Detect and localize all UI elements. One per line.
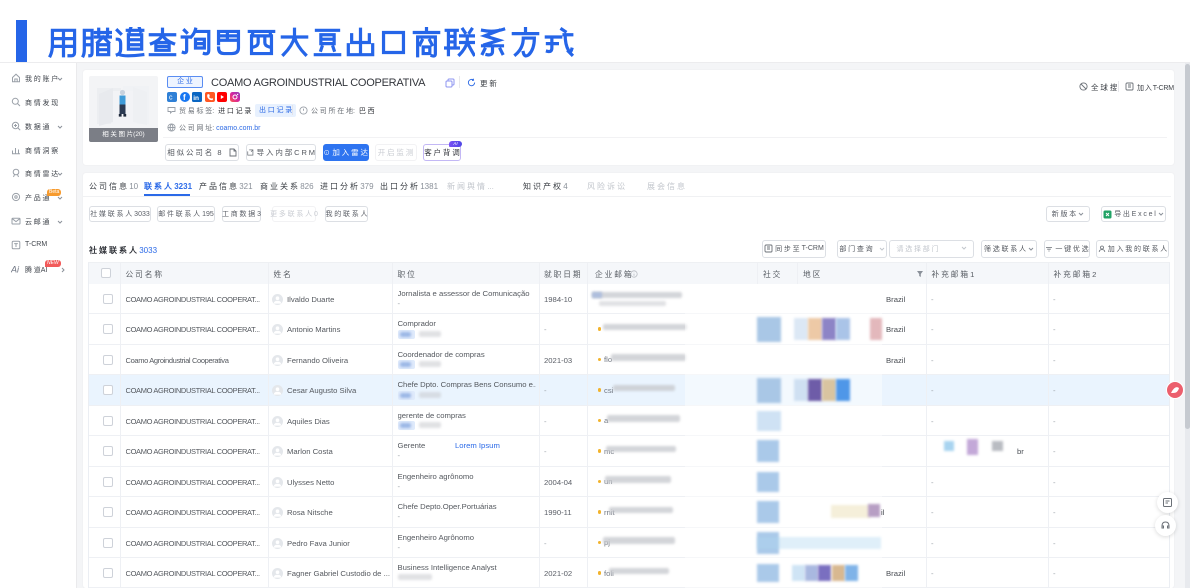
svg-text:Ai: Ai xyxy=(11,264,20,274)
svg-text:in: in xyxy=(193,95,199,102)
svg-text:f: f xyxy=(183,93,186,102)
svg-text:c: c xyxy=(169,95,173,102)
